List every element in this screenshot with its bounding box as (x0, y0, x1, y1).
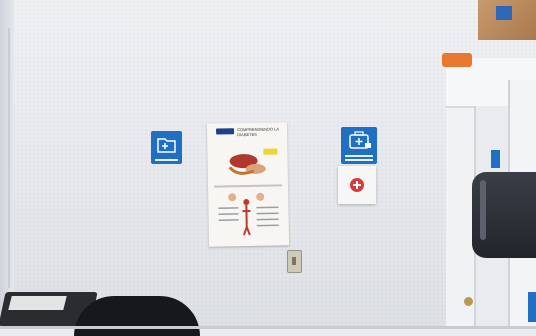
sign-folder (151, 131, 182, 164)
electrical-outlet (287, 250, 302, 273)
chair (74, 296, 200, 336)
door-knob (464, 297, 473, 306)
first-aid-kit-icon (349, 131, 371, 149)
red-cross-icon (350, 178, 364, 192)
cable (8, 28, 10, 288)
wall-corner (0, 0, 14, 329)
blue-object (528, 292, 536, 322)
paper-towel-dispenser (472, 172, 536, 258)
door-sign (491, 150, 500, 168)
first-aid-cabinet (338, 166, 376, 204)
sign-caption (155, 159, 178, 161)
sign-caption (345, 159, 373, 161)
box-label (496, 6, 512, 20)
sign-first-aid (341, 127, 377, 164)
sign-caption (345, 155, 373, 157)
paper-sheet (8, 296, 67, 310)
folder-plus-icon (157, 138, 176, 153)
diabetes-poster: COMPRENDIENDO LA DIABETES (206, 122, 290, 247)
poster-illustration (214, 148, 283, 236)
cardboard-box (478, 0, 536, 40)
orange-container (442, 53, 472, 67)
